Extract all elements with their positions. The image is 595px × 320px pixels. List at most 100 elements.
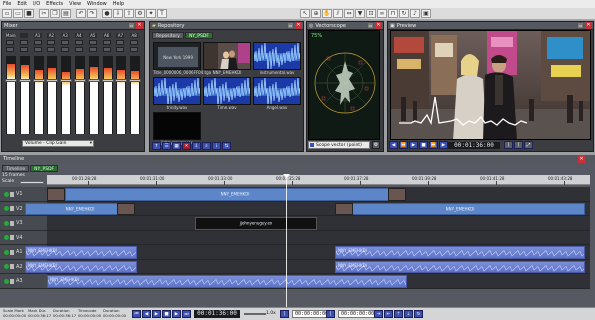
search-icon[interactable]: ⌕ xyxy=(202,142,211,150)
channel-fader[interactable] xyxy=(60,79,73,83)
channel-solo-button[interactable] xyxy=(19,47,28,52)
track-lane[interactable] xyxy=(47,216,590,231)
repository-item-thumbnail[interactable] xyxy=(203,77,251,105)
channel-solo-button[interactable] xyxy=(130,47,139,52)
channel-fader[interactable] xyxy=(87,79,100,83)
next-frame-icon[interactable]: ▶ xyxy=(439,141,448,149)
stop-icon[interactable]: ■ xyxy=(162,310,171,318)
zoom-icon[interactable]: ⊕ xyxy=(311,9,321,18)
copy-icon[interactable]: ❐ xyxy=(50,9,60,18)
save-icon[interactable]: ■ xyxy=(24,9,34,18)
channel-solo-button[interactable] xyxy=(88,47,97,52)
loop-icon[interactable]: ↻ xyxy=(399,9,409,18)
menu-help[interactable]: Help xyxy=(113,1,124,7)
audio-icon[interactable]: ♪ xyxy=(410,9,420,18)
mark-out-icon[interactable]: ] xyxy=(514,141,523,149)
lock-icon[interactable] xyxy=(10,206,14,212)
go-start-icon[interactable]: ⏮ xyxy=(132,310,141,318)
split-icon[interactable]: ⫽ xyxy=(333,9,343,18)
maximize-icon[interactable]: ▭ xyxy=(128,22,135,29)
prev-frame-icon[interactable]: ◀ xyxy=(142,310,151,318)
title-icon[interactable]: T xyxy=(157,9,167,18)
channel-solo-button[interactable] xyxy=(47,47,56,52)
channel-fader[interactable] xyxy=(18,79,31,83)
video-clip[interactable]: jjohnyenuguy.ex xyxy=(195,217,317,230)
monitor-icon[interactable]: ▣ xyxy=(421,9,431,18)
repository-item-thumbnail[interactable] xyxy=(153,77,201,105)
channel-mute-button[interactable] xyxy=(47,40,56,45)
scope-settings-icon[interactable]: ⚙ xyxy=(372,141,380,149)
track-enable-icon[interactable] xyxy=(4,249,9,255)
video-clip[interactable]: NNY_EMEHKDI xyxy=(335,202,585,215)
lock-icon[interactable] xyxy=(10,220,14,226)
channel-solo-button[interactable] xyxy=(6,47,14,52)
repository-item-thumbnail[interactable] xyxy=(253,42,301,70)
channel-fader[interactable] xyxy=(5,79,17,83)
prev-frame-icon[interactable]: ◀ xyxy=(389,141,398,149)
channel-fader[interactable] xyxy=(32,79,45,83)
list-view-icon[interactable]: ☰ xyxy=(162,142,171,150)
play-icon[interactable]: ▶ xyxy=(409,141,418,149)
channel-fader[interactable] xyxy=(74,79,86,83)
fullscreen-icon[interactable]: ⤢ xyxy=(524,141,533,149)
extract-icon[interactable]: ⇣ xyxy=(404,310,413,318)
track-enable-icon[interactable] xyxy=(4,278,9,284)
channel-solo-button[interactable] xyxy=(102,47,111,52)
close-icon[interactable]: ✕ xyxy=(375,22,382,29)
channel-solo-button[interactable] xyxy=(61,47,70,52)
channel-fader[interactable] xyxy=(129,79,142,83)
menu-edit[interactable]: Edit xyxy=(17,1,27,7)
channel-mute-button[interactable] xyxy=(130,40,139,45)
lock-icon[interactable] xyxy=(10,278,14,284)
track-enable-icon[interactable] xyxy=(4,191,9,197)
snap-icon[interactable]: ⊓ xyxy=(388,9,398,18)
cut-icon[interactable]: ✂ xyxy=(39,9,49,18)
channel-solo-button[interactable] xyxy=(33,47,42,52)
close-icon[interactable]: ✕ xyxy=(578,155,585,163)
delete-icon[interactable]: ✕ xyxy=(182,142,191,150)
timeline-ruler[interactable]: 00:01:28:28 00:01:31:00 00:01:33:00 00:01:3… xyxy=(47,175,590,185)
channel-mute-button[interactable] xyxy=(75,40,83,45)
effects-icon[interactable]: ✦ xyxy=(146,9,156,18)
paste-icon[interactable]: ▤ xyxy=(61,9,71,18)
marker-icon[interactable]: ▼ xyxy=(355,9,365,18)
capture-icon[interactable]: ● xyxy=(102,9,112,18)
lock-icon[interactable] xyxy=(10,191,14,197)
video-clip[interactable]: NNY_EMEHKDI xyxy=(65,188,405,201)
next-frame-icon[interactable]: ▶ xyxy=(172,310,181,318)
playhead[interactable] xyxy=(286,174,287,312)
channel-mute-button[interactable] xyxy=(6,40,14,45)
mixer-mode-select[interactable]: Volume - Clip Gain ▾ xyxy=(22,140,94,147)
thumb-view-icon[interactable]: ▦ xyxy=(172,142,181,150)
track-header[interactable]: V1 xyxy=(0,187,47,202)
channel-mute-button[interactable] xyxy=(116,40,125,45)
channel-solo-button[interactable] xyxy=(75,47,83,52)
track-header[interactable]: V4 xyxy=(0,230,47,245)
go-end-icon[interactable]: ⏭ xyxy=(182,310,191,318)
channel-mute-button[interactable] xyxy=(61,40,70,45)
shuttle-slider[interactable] xyxy=(244,313,266,315)
import-icon[interactable]: ⇩ xyxy=(113,9,123,18)
channel-mute-button[interactable] xyxy=(88,40,97,45)
maximize-icon[interactable]: ▭ xyxy=(577,22,584,29)
repository-item-thumbnail[interactable] xyxy=(253,77,301,105)
settings-icon[interactable]: ⚙ xyxy=(135,9,145,18)
export-icon[interactable]: ⇧ xyxy=(124,9,134,18)
hand-icon[interactable]: ✋ xyxy=(322,9,332,18)
insert-icon[interactable]: ⇥ xyxy=(374,310,383,318)
lock-icon[interactable] xyxy=(10,264,14,270)
tab-timeline[interactable]: Timeline xyxy=(2,165,30,172)
out-timecode[interactable]: 00:00:00:00 xyxy=(338,310,378,318)
lift-icon[interactable]: ⇡ xyxy=(394,310,403,318)
mark-in-icon[interactable]: [ xyxy=(280,310,289,318)
maximize-icon[interactable]: ▭ xyxy=(367,22,374,29)
repository-item-thumbnail[interactable] xyxy=(153,112,201,140)
audio-clip[interactable]: NNY_EMEHKDI xyxy=(47,275,407,288)
close-icon[interactable]: ✕ xyxy=(585,22,592,29)
track-header[interactable]: A3 xyxy=(0,274,47,289)
info-icon[interactable]: i xyxy=(212,142,221,150)
audio-clip[interactable]: NNY_EMEHKDI xyxy=(25,246,137,259)
menu-file[interactable]: File xyxy=(3,1,11,7)
audio-clip[interactable]: NNY_EMEHKDI xyxy=(25,260,137,273)
link-icon[interactable]: ∞ xyxy=(377,9,387,18)
